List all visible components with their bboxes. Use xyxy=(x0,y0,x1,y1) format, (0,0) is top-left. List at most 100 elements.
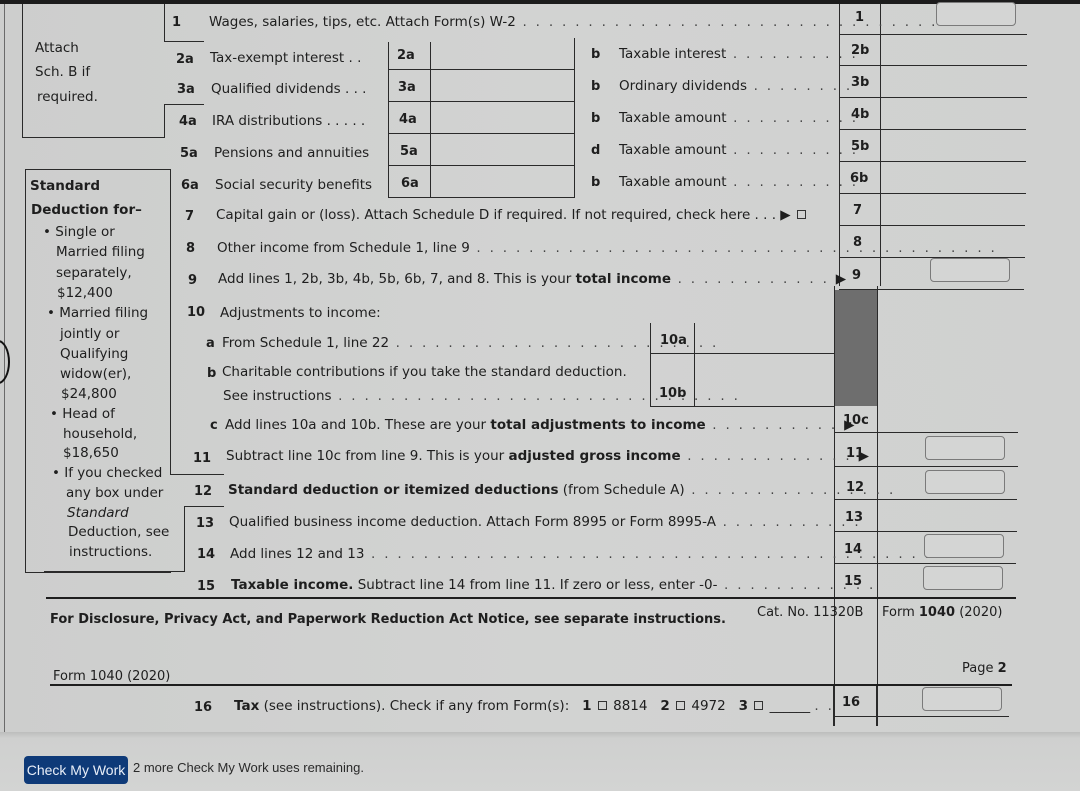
std-item: widow(er), xyxy=(60,366,132,382)
row-divider xyxy=(839,97,1027,98)
line15-label: Taxable income. Subtract line 14 from li… xyxy=(231,577,876,593)
std-item: jointly or xyxy=(60,326,120,342)
row-divider xyxy=(839,129,1026,130)
form-4972-checkbox[interactable] xyxy=(676,701,686,710)
box-number: 3b xyxy=(851,75,870,90)
box-number: 10c xyxy=(843,413,869,428)
std-item: $12,400 xyxy=(57,285,113,301)
std-item: • Married filing xyxy=(47,305,149,321)
line16-input[interactable] xyxy=(922,687,1002,711)
line16-label: Tax (see instructions). Check if any fro… xyxy=(234,698,835,714)
line3a-label: Qualified dividends . . . xyxy=(211,81,367,97)
shaded-cell xyxy=(835,290,877,406)
box-number: 12 xyxy=(846,480,865,495)
box-number: 10a xyxy=(660,333,687,348)
box-number: 11 xyxy=(846,446,865,461)
form-other-checkbox[interactable] xyxy=(754,701,764,710)
line-number: 10 xyxy=(187,305,206,320)
row-divider xyxy=(839,34,1027,35)
attach-box-bottom xyxy=(22,137,164,138)
line11-label: Subtract line 10c from line 9. This is y… xyxy=(226,448,869,464)
section-divider xyxy=(46,597,1016,599)
line14-input[interactable] xyxy=(924,534,1004,558)
std-item: $18,650 xyxy=(63,445,119,461)
line1-input[interactable] xyxy=(936,2,1016,26)
std-item: • If you checked xyxy=(52,465,163,481)
row-divider xyxy=(839,161,1026,162)
line-letter: b xyxy=(591,47,601,62)
line9-input[interactable] xyxy=(930,258,1010,282)
page2-form-label: Form 1040 (2020) xyxy=(53,669,171,684)
line4a-label: IRA distributions . . . . . xyxy=(212,113,366,129)
line-number: 13 xyxy=(196,516,215,531)
std-box-notch-top xyxy=(170,474,224,475)
page2-header-divider xyxy=(50,684,1012,686)
num-col-left-p2 xyxy=(833,686,834,726)
attach-label: Attach xyxy=(35,40,79,56)
check-my-work-button[interactable]: Check My Work xyxy=(24,756,128,784)
line11-input[interactable] xyxy=(925,436,1005,460)
form-id: Form 1040 (2020) xyxy=(882,605,1003,620)
line-number: 2a xyxy=(176,52,194,67)
line12-input[interactable] xyxy=(925,470,1005,494)
line15-input[interactable] xyxy=(923,566,1003,590)
line-letter: c xyxy=(210,418,218,433)
mid-row-divider xyxy=(388,69,574,70)
line2b-label: Taxable interest . . . . . . . . . . xyxy=(619,46,859,62)
line10-label: Adjustments to income: xyxy=(220,305,381,321)
line1-left-border xyxy=(164,4,165,42)
row-divider xyxy=(839,193,1026,194)
line4b-label: Taxable amount . . . . . . . . . . xyxy=(619,110,859,126)
box-number: 5b xyxy=(851,139,870,154)
line-letter: b xyxy=(591,111,601,126)
line4-top-tick xyxy=(164,104,204,105)
box-number: 8 xyxy=(853,235,863,250)
row-divider xyxy=(839,65,1027,66)
line10a-label: From Schedule 1, line 22 . . . . . . . .… xyxy=(222,335,719,351)
mid-row-divider xyxy=(388,197,575,198)
std-item: instructions. xyxy=(69,544,153,560)
line-number: 16 xyxy=(194,700,213,715)
box-number: 4a xyxy=(399,112,417,127)
line10c-label: Add lines 10a and 10b. These are your to… xyxy=(225,417,855,433)
line7-checkbox[interactable] xyxy=(796,210,806,219)
attach-label: required. xyxy=(37,89,98,105)
line-number: 5a xyxy=(180,146,198,161)
line-number: 9 xyxy=(188,273,198,288)
box-number: 6a xyxy=(401,176,419,191)
std-heading: Deduction for– xyxy=(31,202,142,218)
line5b-label: Taxable amount . . . . . . . . . . xyxy=(619,142,859,158)
box-number: 4b xyxy=(851,107,870,122)
num-col-right-lower xyxy=(877,286,878,726)
std-item: Married filing xyxy=(56,244,145,260)
mid-col-mid xyxy=(430,42,431,198)
line-number: 8 xyxy=(186,241,196,256)
line4-left-border xyxy=(164,104,165,138)
std-item: separately, xyxy=(56,265,132,281)
mid-row-divider xyxy=(388,165,575,166)
box-number: 10b xyxy=(659,386,687,401)
line-number: 14 xyxy=(197,547,216,562)
cat-number: Cat. No. 11320B xyxy=(757,605,864,620)
row-divider xyxy=(834,563,1016,564)
mid-row-divider xyxy=(388,133,574,134)
form-8814-checkbox[interactable] xyxy=(597,701,607,710)
line5a-label: Pensions and annuities xyxy=(214,145,370,161)
line-number: 7 xyxy=(185,209,195,224)
line12-label: Standard deduction or itemized deduction… xyxy=(228,482,896,498)
adj-row-divider xyxy=(650,353,835,354)
line7-label: Capital gain or (loss). Attach Schedule … xyxy=(216,207,808,223)
std-item: $24,800 xyxy=(61,386,117,402)
line9-label: Add lines 1, 2b, 3b, 4b, 5b, 6b, 7, and … xyxy=(218,271,847,287)
box-number: 1 xyxy=(855,10,865,25)
line6a-label: Social security benefits xyxy=(215,177,373,193)
box-number: 15 xyxy=(844,574,863,589)
row-divider xyxy=(834,499,1017,500)
std-item: • Single or xyxy=(43,224,115,240)
std-box-right-upper xyxy=(170,169,171,475)
line6b-label: Taxable amount . . . . . . . . . . xyxy=(619,174,859,190)
box-number: 6b xyxy=(850,171,869,186)
std-box-right-lower xyxy=(184,506,185,572)
box-number: 3a xyxy=(398,80,416,95)
remaining-uses-text: 2 more Check My Work uses remaining. xyxy=(133,760,364,775)
